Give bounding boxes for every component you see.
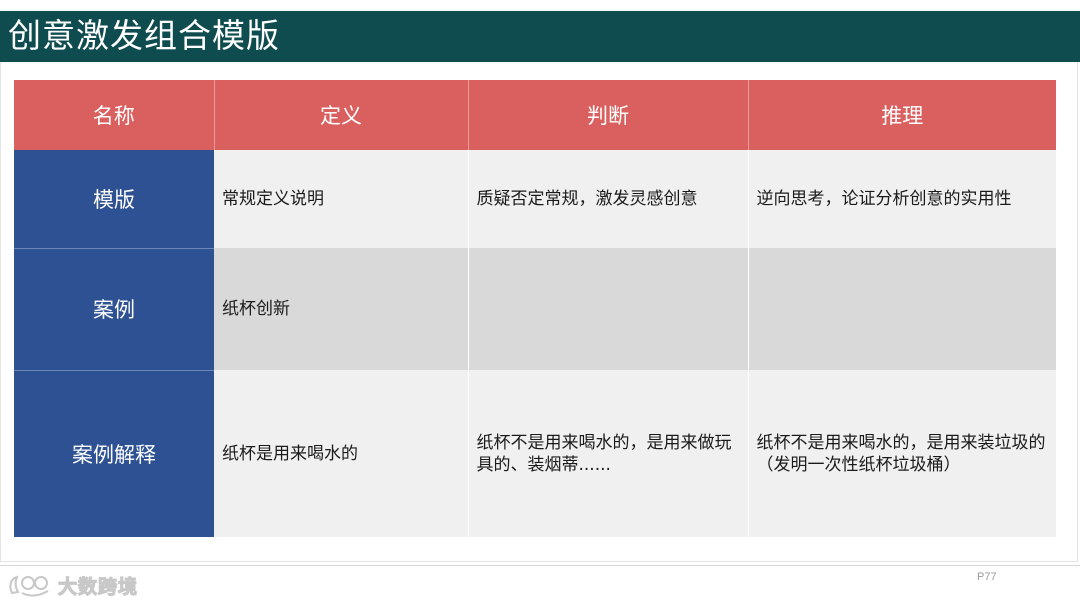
table-row: 案例解释 纸杯是用来喝水的 纸杯不是用来喝水的，是用来做玩具的、装烟蒂.....… xyxy=(14,370,1057,537)
title-bar: 创意激发组合模版 xyxy=(0,11,1080,62)
row-label: 案例 xyxy=(14,248,214,371)
page-number: P77 xyxy=(977,571,997,583)
header-row: 名称 定义 判断 推理 xyxy=(14,80,1056,150)
row-label: 案例解释 xyxy=(14,370,214,537)
watermark: 大数跨境 xyxy=(8,572,138,598)
table-cell: 纸杯是用来喝水的 xyxy=(214,370,469,537)
page-title: 创意激发组合模版 xyxy=(8,16,280,55)
header-cell-name: 名称 xyxy=(14,80,215,150)
row-label: 模版 xyxy=(14,150,214,249)
table-cell: 纸杯创新 xyxy=(214,248,469,370)
header-cell-definition: 定义 xyxy=(214,80,469,150)
table-row: 模版 常规定义说明 质疑否定常规，激发灵感创意 逆向思考，论证分析创意的实用性 xyxy=(14,150,1057,249)
header-cell-judgment: 判断 xyxy=(468,80,749,150)
brand-logo-icon xyxy=(9,575,49,597)
table-cell: 逆向思考，论证分析创意的实用性 xyxy=(748,150,1057,248)
footer-divider xyxy=(0,565,1080,566)
table-cell: 质疑否定常规，激发灵感创意 xyxy=(468,150,749,248)
table-cell: 纸杯不是用来喝水的，是用来装垃圾的（发明一次性纸杯垃圾桶） xyxy=(748,370,1057,537)
table-cell xyxy=(468,248,749,370)
table-cell xyxy=(748,248,1057,370)
header-cell-reasoning: 推理 xyxy=(748,80,1056,150)
table-cell: 常规定义说明 xyxy=(214,150,469,248)
watermark-text: 大数跨境 xyxy=(57,575,139,598)
table-cell: 纸杯不是用来喝水的，是用来做玩具的、装烟蒂...... xyxy=(468,370,749,537)
comparison-table: 名称 定义 判断 推理 模版 常规定义说明 质疑否定常规，激发灵感创意 逆向思考… xyxy=(14,80,1057,537)
table-row: 案例 纸杯创新 xyxy=(14,248,1057,371)
